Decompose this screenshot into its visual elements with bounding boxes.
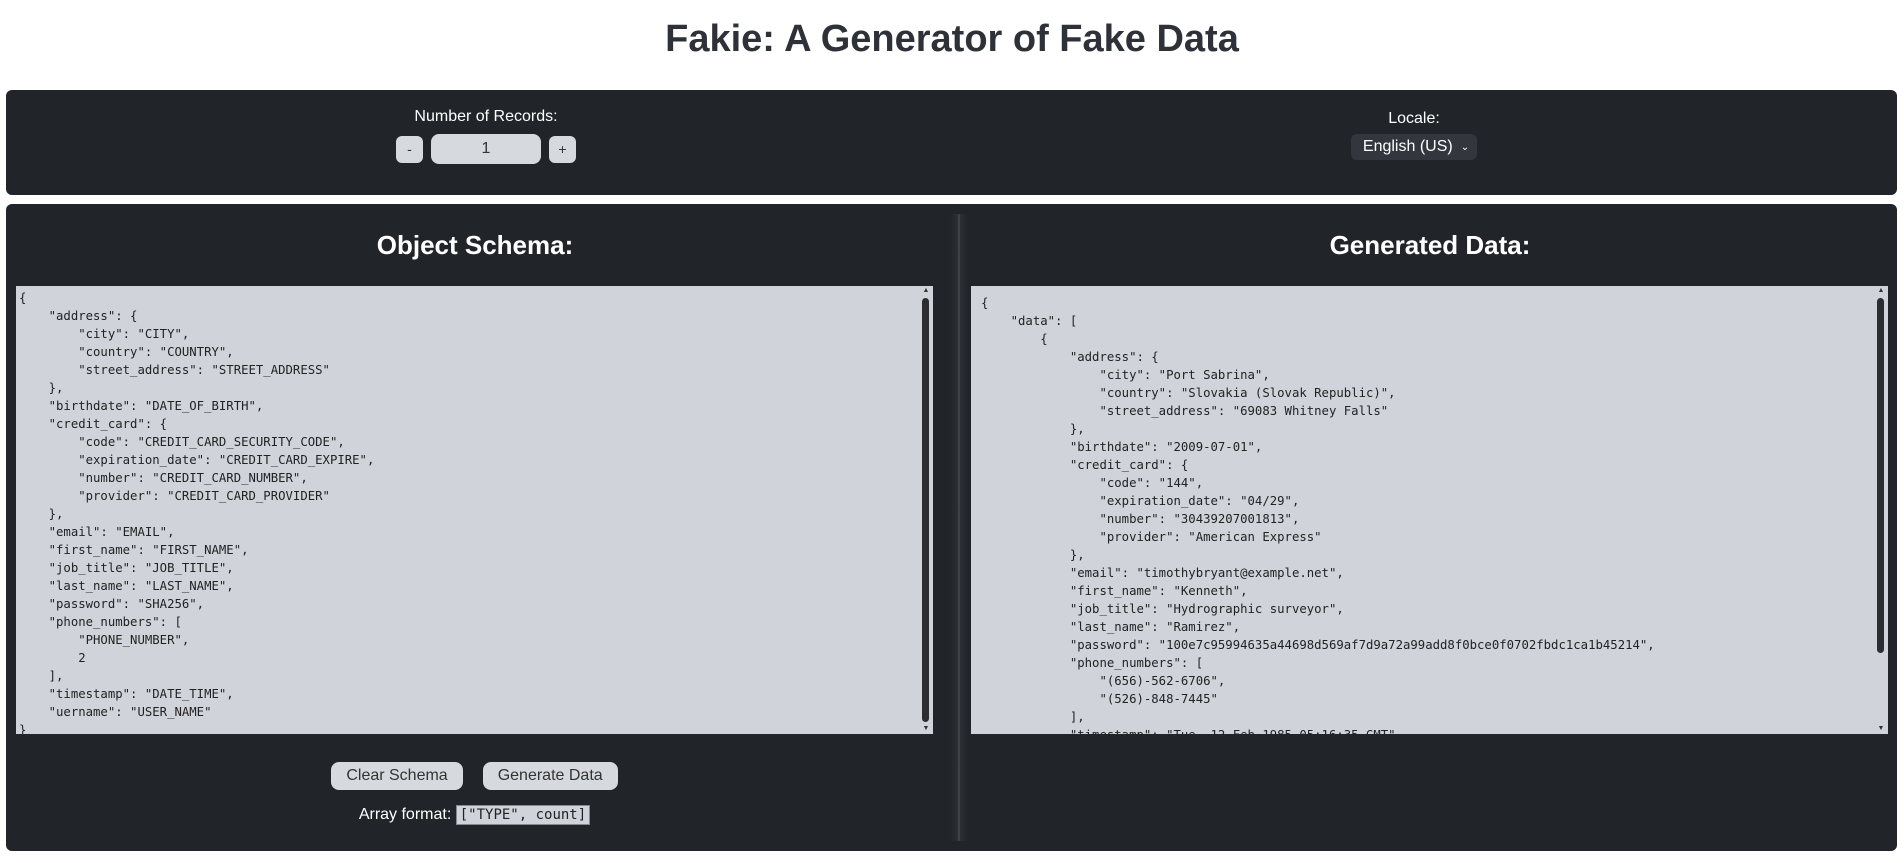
schema-editor[interactable]: { "address": { "city": "CITY", "country"…	[16, 286, 933, 734]
locale-select[interactable]: English (US) ⌄	[1350, 134, 1478, 160]
schema-actions: Clear Schema Generate Data	[16, 762, 933, 790]
schema-title: Object Schema:	[376, 230, 574, 260]
schema-scroll-thumb[interactable]	[922, 298, 929, 722]
generated-data-output[interactable]: { "data": [ { "address": { "city": "Port…	[971, 286, 1888, 734]
schema-scrollbar[interactable]: ▲ ▼	[919, 286, 933, 734]
increment-button[interactable]: +	[549, 135, 576, 163]
records-control: Number of Records: - +	[386, 108, 586, 164]
scroll-down-arrow-icon[interactable]: ▼	[919, 724, 933, 734]
records-label: Number of Records:	[414, 108, 558, 125]
generated-data-title: Generated Data:	[1329, 230, 1531, 260]
page-title: Fakie: A Generator of Fake Data	[665, 18, 1239, 60]
panel-divider[interactable]	[950, 214, 968, 841]
generated-data-text: { "data": [ { "address": { "city": "Port…	[981, 296, 1655, 734]
array-format-hint: Array format: ["TYPE", count]	[16, 805, 933, 825]
records-input[interactable]	[431, 134, 541, 164]
settings-panel: Number of Records: - + Locale: English (…	[6, 90, 1897, 195]
decrement-button[interactable]: -	[396, 135, 423, 163]
data-scrollbar[interactable]: ▲ ▼	[1874, 286, 1888, 734]
data-scroll-thumb[interactable]	[1877, 298, 1884, 653]
schema-text[interactable]: { "address": { "city": "CITY", "country"…	[16, 286, 933, 734]
records-stepper: - +	[386, 134, 586, 164]
locale-value: English (US)	[1362, 138, 1453, 155]
locale-label: Locale:	[1388, 110, 1440, 127]
scroll-up-arrow-icon[interactable]: ▲	[1874, 286, 1888, 296]
array-format-label: Array format:	[358, 806, 452, 823]
scroll-up-arrow-icon[interactable]: ▲	[919, 286, 933, 296]
chevron-down-icon: ⌄	[1460, 141, 1470, 153]
main-panel: Object Schema: Generated Data: { "addres…	[6, 204, 1897, 851]
array-format-code: ["TYPE", count]	[455, 805, 591, 825]
generate-data-button[interactable]: Generate Data	[482, 762, 618, 790]
locale-control: Locale: English (US) ⌄	[1314, 110, 1514, 160]
scroll-down-arrow-icon[interactable]: ▼	[1874, 724, 1888, 734]
clear-schema-button[interactable]: Clear Schema	[331, 762, 463, 790]
